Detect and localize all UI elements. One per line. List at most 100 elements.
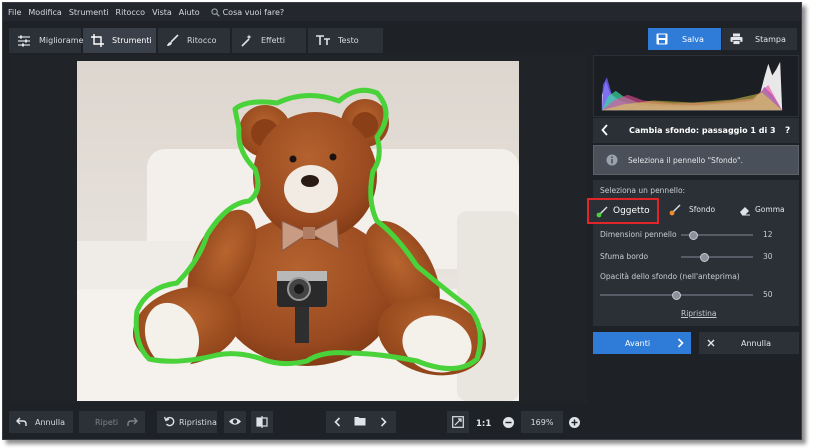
tab-effetti[interactable]: Effetti: [232, 28, 307, 53]
next-label: Avanti: [625, 338, 651, 348]
reset-link[interactable]: Ripristina: [681, 309, 717, 318]
slider-track: [681, 256, 753, 258]
menu-ritocco[interactable]: Ritocco: [116, 8, 146, 17]
undo-label: Annulla: [35, 417, 66, 427]
brush-icon: [167, 34, 179, 46]
histogram: [593, 55, 799, 117]
menu-vista[interactable]: Vista: [152, 8, 172, 17]
menu-bar: File Modifica Strumenti Ritocco Vista Ai…: [3, 3, 801, 21]
search-icon: [210, 7, 220, 17]
bear-muzzle: [284, 165, 338, 213]
fit-screen-icon: [452, 416, 464, 428]
brush-object-label: Oggetto: [613, 206, 650, 216]
feather-value: 30: [763, 252, 773, 261]
bear-right-eye: [329, 153, 337, 161]
bottom-bar: Annulla Ripeti Ripristina 1:1 169%: [3, 407, 801, 439]
tab-strumenti[interactable]: Strumenti: [83, 28, 157, 53]
redo-label: Ripeti: [95, 417, 119, 427]
top-toolbar: Miglioramento Strumenti Ritocco Effetti …: [3, 25, 801, 53]
menu-file[interactable]: File: [8, 8, 21, 17]
right-panel: Cambia sfondo: passaggio 1 di 3 ? Selezi…: [587, 55, 799, 403]
chevron-left-icon: [334, 417, 341, 427]
print-button[interactable]: Stampa: [722, 28, 797, 50]
opacity-slider[interactable]: [600, 290, 753, 300]
tab-label: Strumenti: [112, 36, 152, 45]
brush-object-icon: [596, 206, 608, 218]
zoom-value: 169%: [530, 417, 554, 427]
bear-left-eye: [289, 155, 297, 163]
info-box: Seleziona il pennello "Sfondo".: [593, 145, 799, 175]
tab-testo[interactable]: Testo: [308, 28, 384, 53]
info-text: Seleziona il pennello "Sfondo".: [628, 155, 743, 165]
tab-ritocco[interactable]: Ritocco: [158, 28, 231, 53]
bear-tripod: [295, 307, 309, 343]
feather-label: Sfuma bordo: [600, 252, 649, 261]
folder-icon: [354, 417, 366, 426]
slider-knob[interactable]: [699, 252, 709, 262]
brush-object-button[interactable]: Oggetto: [587, 198, 659, 224]
bear-nose: [301, 175, 319, 187]
brush-size-label: Dimensioni pennello: [600, 230, 677, 239]
chevron-right-icon: [380, 417, 387, 427]
brush-size-slider[interactable]: [681, 230, 753, 240]
sliders-icon: [18, 35, 30, 46]
magic-wand-icon: [241, 34, 252, 47]
step-header: Cambia sfondo: passaggio 1 di 3 ?: [593, 118, 799, 143]
opacity-value: 50: [763, 290, 773, 299]
photo-canvas[interactable]: [77, 61, 519, 401]
reset-label: Ripristina: [179, 417, 217, 427]
eraser-icon: [740, 207, 750, 216]
previous-photo-button[interactable]: [334, 417, 341, 429]
brush-eraser-button[interactable]: Gomma: [737, 202, 797, 220]
save-button[interactable]: Salva: [648, 28, 721, 50]
tab-label: Testo: [338, 36, 359, 45]
navigation-group: [326, 411, 396, 433]
back-chevron-icon[interactable]: [601, 124, 609, 138]
brush-eraser-label: Gomma: [755, 205, 785, 214]
slider-knob[interactable]: [672, 290, 681, 300]
help-icon[interactable]: ?: [785, 126, 790, 136]
menu-aiuto[interactable]: Aiuto: [179, 8, 200, 17]
brush-size-value: 12: [763, 230, 773, 239]
compare-button[interactable]: [251, 411, 273, 433]
menu-search[interactable]: Cosa vuoi fare?: [210, 7, 285, 17]
zoom-in-button[interactable]: [569, 417, 580, 430]
compare-icon: [256, 416, 268, 428]
menu-strumenti[interactable]: Strumenti: [69, 8, 109, 17]
search-placeholder: Cosa vuoi fare?: [222, 7, 285, 17]
tab-label: Ritocco: [187, 36, 217, 45]
fit-to-screen-button[interactable]: [447, 411, 469, 433]
feather-slider[interactable]: [681, 252, 753, 262]
undo-icon: [16, 417, 27, 426]
zoom-in-icon: [569, 417, 580, 428]
brush-background-label: Sfondo: [689, 205, 716, 214]
zoom-out-button[interactable]: [503, 417, 514, 430]
bear-camera-lens-inner: [294, 284, 304, 294]
zoom-level[interactable]: 169%: [521, 411, 563, 433]
redo-button[interactable]: Ripeti: [79, 411, 145, 433]
reset-button[interactable]: Ripristina: [157, 411, 217, 433]
next-button[interactable]: Avanti: [593, 332, 691, 354]
next-photo-button[interactable]: [380, 417, 387, 429]
undo-button[interactable]: Annulla: [9, 411, 73, 433]
tab-miglioramento[interactable]: Miglioramento: [9, 28, 97, 53]
step-title: Cambia sfondo: passaggio 1 di 3: [629, 126, 776, 135]
eye-icon: [229, 418, 241, 425]
info-icon: [606, 154, 618, 168]
menu-modifica[interactable]: Modifica: [28, 8, 61, 17]
open-folder-button[interactable]: [354, 416, 366, 428]
brush-panel: Seleziona un pennello: Oggetto Sfondo Go…: [587, 180, 799, 326]
print-label: Stampa: [755, 34, 786, 44]
opacity-label: Opacità dello sfondo (nell'anteprima): [600, 272, 740, 281]
redo-icon: [127, 417, 138, 426]
brush-background-button[interactable]: Sfondo: [667, 202, 727, 220]
actual-size-button[interactable]: 1:1: [476, 419, 491, 429]
crop-icon: [91, 34, 104, 47]
chevron-right-icon: [677, 338, 684, 348]
cancel-button[interactable]: Annulla: [699, 332, 799, 354]
select-brush-label: Seleziona un pennello:: [600, 186, 686, 195]
tab-label: Effetti: [261, 36, 285, 45]
slider-knob[interactable]: [688, 230, 698, 240]
save-icon: [656, 33, 668, 45]
preview-toggle-button[interactable]: [224, 411, 246, 433]
